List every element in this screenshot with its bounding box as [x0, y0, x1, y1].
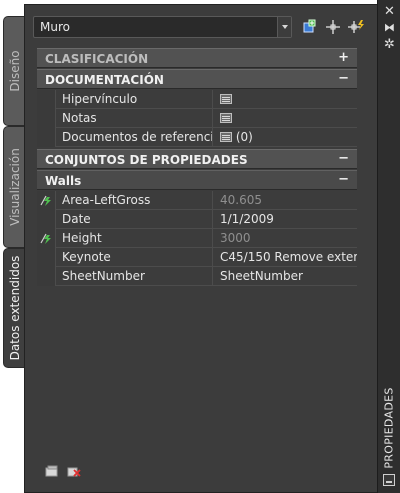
property-row-reference-docs[interactable]: Documentos de referencia (0) [37, 128, 357, 147]
select-objects-icon[interactable] [324, 18, 342, 36]
object-type-dropdown[interactable]: Muro [33, 16, 292, 38]
expand-icon[interactable]: + [338, 50, 349, 65]
property-value: 40.605 [220, 193, 262, 207]
tab-extended-data[interactable]: Datos extendidos [3, 248, 25, 368]
property-name: Hipervínculo [55, 90, 213, 109]
autohide-icon[interactable]: ⧓ [378, 21, 400, 35]
property-value[interactable]: C45/150 Remove exter... [214, 248, 357, 267]
tab-design-label: Diseño [7, 50, 22, 92]
automatic-property-icon [40, 195, 51, 206]
palette-title-bar[interactable]: ✕ ⧓ ✲ PROPIEDADES [377, 0, 400, 493]
quick-select-icon[interactable] [347, 18, 365, 36]
collapse-icon[interactable]: − [338, 71, 349, 86]
property-grid: CLASIFICACIÓN + DOCUMENTACIÓN − Hipervín… [37, 48, 357, 286]
tab-display-label: Visualización [7, 148, 22, 226]
collapse-icon[interactable]: − [338, 172, 349, 187]
reference-count: (0) [235, 130, 253, 144]
chevron-down-icon[interactable] [277, 17, 291, 37]
property-name: Date [55, 210, 213, 229]
automatic-property-icon [40, 233, 51, 244]
property-value[interactable] [214, 109, 357, 128]
category-property-sets[interactable]: CONJUNTOS DE PROPIEDADES − [37, 149, 357, 169]
property-name: SheetNumber [55, 267, 213, 286]
add-property-sets-icon[interactable] [45, 464, 59, 478]
category-documentation[interactable]: DOCUMENTACIÓN − [37, 69, 357, 89]
field-icon[interactable] [220, 112, 232, 123]
object-type-value: Muro [40, 20, 70, 34]
property-row-date[interactable]: Date 1/1/2009 [37, 210, 357, 229]
remove-property-sets-icon[interactable] [67, 464, 81, 478]
field-icon[interactable] [220, 131, 232, 142]
tab-design[interactable]: Diseño [3, 16, 25, 126]
property-row-height[interactable]: Height 3000 [37, 229, 357, 248]
property-name: Documentos de referencia [55, 128, 213, 147]
category-property-sets-label: CONJUNTOS DE PROPIEDADES [45, 153, 248, 167]
properties-palette: Diseño Visualización Datos extendidos Mu… [0, 0, 400, 493]
palette-title: PROPIEDADES [382, 387, 396, 469]
property-row-hyperlink[interactable]: Hipervínculo [37, 90, 357, 109]
property-row-notes[interactable]: Notas [37, 109, 357, 128]
tab-display[interactable]: Visualización [3, 126, 25, 248]
add-selected-icon[interactable] [301, 18, 319, 36]
property-name: Height [55, 229, 213, 248]
property-value[interactable]: SheetNumber [214, 267, 357, 286]
close-icon[interactable]: ✕ [378, 5, 400, 19]
settings-icon[interactable]: ✲ [378, 38, 400, 52]
property-value[interactable]: 1/1/2009 [214, 210, 357, 229]
property-value[interactable]: (0) [214, 128, 357, 147]
property-name: Keynote [55, 248, 213, 267]
properties-panel: Muro CLASIFICACIÓN + DOCUMENTACIÓN − Hip… [24, 4, 377, 493]
property-row-keynote[interactable]: Keynote C45/150 Remove exter... [37, 248, 357, 267]
property-name: Notas [55, 109, 213, 128]
palette-menu-icon[interactable] [383, 474, 395, 486]
property-value: 3000 [220, 231, 251, 245]
field-icon[interactable] [220, 93, 232, 104]
category-classification[interactable]: CLASIFICACIÓN + [37, 48, 357, 68]
property-set-walls-label: Walls [45, 174, 82, 188]
category-documentation-label: DOCUMENTACIÓN [45, 73, 164, 87]
property-value[interactable] [214, 90, 357, 109]
property-set-walls[interactable]: Walls − [37, 170, 357, 190]
tab-extended-data-label: Datos extendidos [7, 255, 22, 361]
collapse-icon[interactable]: − [338, 151, 349, 166]
property-row-area-leftgross[interactable]: Area-LeftGross 40.605 [37, 191, 357, 210]
category-classification-label: CLASIFICACIÓN [45, 52, 149, 66]
property-row-sheetnumber[interactable]: SheetNumber SheetNumber [37, 267, 357, 286]
property-name: Area-LeftGross [55, 191, 213, 210]
